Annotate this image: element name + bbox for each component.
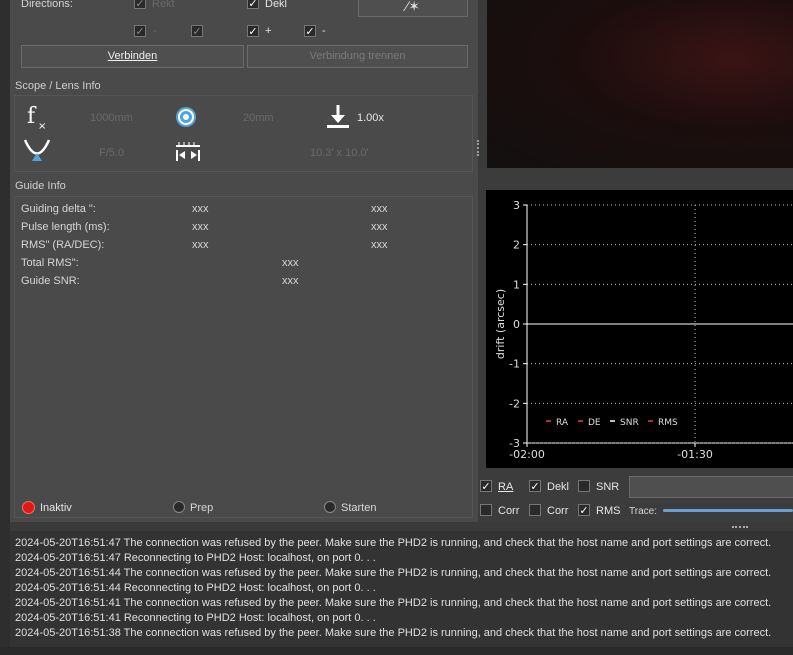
rekt-minus-label: - [153, 25, 157, 37]
focal-length-value: 1000mm [90, 112, 133, 124]
guide-snr-value: xxx [282, 275, 299, 287]
log-entry: 2024-05-20T16:51:44 The connection was r… [15, 567, 772, 579]
rms-graph-label: RMS [596, 505, 621, 517]
reducer-icon [325, 103, 351, 129]
legend-label: RA [556, 418, 569, 428]
rekt-minus-checkbox[interactable]: ✓ [134, 25, 146, 37]
fov-icon [175, 142, 201, 162]
prep-led [173, 501, 185, 513]
corr-ra-label: Corr [498, 505, 520, 517]
dekl-graph-label: Dekl [547, 481, 570, 493]
scope-info-box [14, 95, 473, 172]
rms-ra: xxx [192, 239, 209, 251]
svg-text:×: × [38, 121, 46, 131]
y-tick-label: 3 [513, 199, 520, 212]
inactive-label: Inaktiv [40, 502, 72, 514]
guide-info-title: Guide Info [15, 180, 66, 192]
reducer-value: 1.00x [357, 112, 384, 124]
pulse-length-ra: xxx [192, 221, 209, 233]
scope-info-title: Scope / Lens Info [15, 80, 101, 92]
total-rms-value: xxx [282, 257, 299, 269]
bottom-bar [0, 647, 793, 655]
log-entry: 2024-05-20T16:51:41 Reconnecting to PHD2… [15, 612, 376, 624]
rms-label: RMS" (RA/DEC): [21, 239, 105, 251]
total-rms-label: Total RMS": [21, 257, 79, 269]
guiding-delta-label: Guiding delta ": [21, 203, 96, 215]
trace-label: Trace: [629, 506, 657, 517]
svg-text:f: f [27, 104, 37, 129]
inactive-led [22, 501, 35, 514]
y-tick-label: -2 [509, 397, 520, 410]
fratio-icon [22, 137, 52, 165]
guiding-delta-dec: xxx [371, 203, 388, 215]
pulse-length-label: Pulse length (ms): [21, 221, 110, 233]
dekl-label: Dekl [265, 0, 288, 10]
dekl-minus-checkbox[interactable]: ✓ [304, 25, 316, 37]
y-axis-label: drift (arcsec) [494, 289, 507, 359]
corr-dec-checkbox[interactable] [529, 504, 541, 516]
rekt-plus-checkbox[interactable]: ✓ [191, 25, 203, 37]
trace-slider[interactable] [663, 509, 793, 512]
fov-value: 10.3' x 10.0' [310, 147, 369, 159]
corr-ra-checkbox[interactable] [480, 504, 492, 516]
direction-tool-button[interactable]: ⁄✶ [358, 0, 468, 17]
corr-dec-label: Corr [547, 505, 569, 517]
snr-label: SNR [596, 481, 620, 493]
dekl-checkbox[interactable]: ✓ [247, 0, 259, 9]
rekt-label: Rekt [152, 0, 175, 10]
left-edge [0, 0, 10, 655]
ra-checkbox[interactable]: ✓ [480, 480, 492, 492]
drift-chart-svg: 3210-1-2-3-02:00 -01:30drift (arcsec)RA DE… [494, 199, 793, 461]
aperture-value: 20mm [243, 112, 274, 124]
dekl-graph-checkbox[interactable]: ✓ [529, 480, 541, 492]
pulse-length-dec: xxx [371, 221, 388, 233]
log-splitter-handle[interactable] [732, 526, 748, 530]
log-entry: 2024-05-20T16:51:44 Reconnecting to PHD2… [15, 582, 376, 594]
log-entry: 2024-05-20T16:51:47 The connection was r… [15, 537, 772, 549]
rekt-checkbox[interactable]: ✓ [134, 0, 146, 9]
prep-label: Prep [190, 502, 214, 514]
rms-dec: xxx [371, 239, 388, 251]
dekl-plus-label: + [265, 25, 272, 37]
guide-image-view [487, 0, 793, 168]
start-label: Starten [341, 502, 377, 514]
drift-chart: 3 2 1 0 -1 -2 -3 -02:00 -01:30 drift (arcsec) RA DE… [486, 190, 793, 468]
x-tick-label: -01:30 [677, 448, 713, 461]
start-led [324, 501, 336, 513]
focal-length-icon: f × [25, 103, 51, 132]
y-tick-label: -1 [509, 358, 520, 371]
y-tick-label: 2 [513, 239, 520, 252]
disconnect-button[interactable]: Verbindung trennen [247, 45, 468, 68]
connect-button[interactable]: Verbinden [21, 45, 244, 68]
dekl-plus-checkbox[interactable]: ✓ [247, 25, 259, 37]
guiding-delta-ra: xxx [192, 203, 209, 215]
aperture-icon [175, 106, 197, 128]
log-entry: 2024-05-20T16:51:41 The connection was r… [15, 597, 772, 609]
graph-action-button[interactable] [629, 476, 793, 498]
splitter-handle[interactable] [477, 140, 481, 156]
y-tick-label: 0 [513, 318, 520, 331]
legend-label: RMS [658, 418, 678, 428]
wand-icon: ⁄✶ [405, 0, 421, 14]
log-entry: 2024-05-20T16:51:47 Reconnecting to PHD2… [15, 552, 376, 564]
snr-checkbox[interactable] [578, 480, 590, 492]
rms-checkbox[interactable]: ✓ [578, 504, 590, 516]
guide-snr-label: Guide SNR: [21, 275, 80, 287]
ra-label: RA [498, 481, 514, 493]
legend-label: DE [588, 418, 601, 428]
x-tick-label: -02:00 [509, 448, 545, 461]
fratio-value: F/5.0 [99, 147, 125, 159]
directions-label: Directions: [21, 0, 73, 10]
dekl-minus-label: - [322, 25, 326, 37]
legend-label: SNR [620, 418, 639, 428]
log-entry: 2024-05-20T16:51:38 The connection was r… [15, 627, 772, 639]
y-tick-label: 1 [513, 278, 520, 291]
